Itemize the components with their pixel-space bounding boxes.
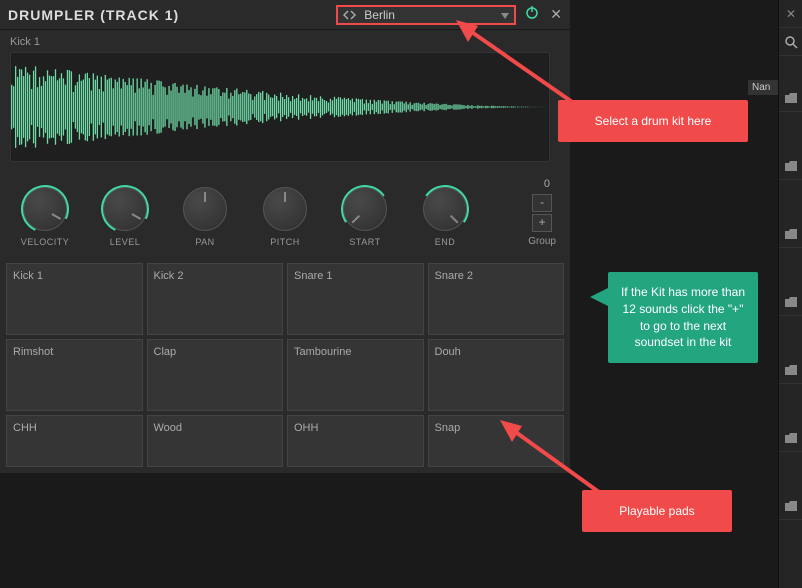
browser-column-header: Nan (748, 80, 778, 95)
group-index: 0 (528, 178, 556, 190)
folder-icon[interactable] (779, 220, 802, 248)
pad[interactable]: Snare 2 (428, 263, 565, 335)
group-minus-button[interactable]: - (532, 194, 552, 212)
close-panel-icon[interactable]: ✕ (779, 0, 802, 28)
plugin-title: DRUMPLER (TRACK 1) (8, 7, 336, 23)
pad[interactable]: Kick 2 (147, 263, 284, 335)
callout-pointer-icon (590, 287, 610, 307)
folder-icon[interactable] (779, 424, 802, 452)
knob-end[interactable]: END (410, 187, 480, 247)
knob-pan[interactable]: PAN (170, 187, 240, 247)
pad[interactable]: Rimshot (6, 339, 143, 411)
knob-velocity[interactable]: VELOCITY (10, 187, 80, 247)
pad[interactable]: Clap (147, 339, 284, 411)
pad[interactable]: Snare 1 (287, 263, 424, 335)
group-controls: 0 - + Group (528, 178, 560, 247)
folder-icon[interactable] (779, 288, 802, 316)
preset-prev-next-icon[interactable] (338, 10, 360, 20)
arrow-icon (470, 400, 630, 510)
search-icon[interactable] (779, 28, 802, 56)
folder-icon[interactable] (779, 492, 802, 520)
group-label: Group (528, 236, 556, 247)
group-plus-button[interactable]: + (532, 214, 552, 232)
pad[interactable]: CHH (6, 415, 143, 467)
knob-pitch[interactable]: PITCH (250, 187, 320, 247)
knob-start[interactable]: START (330, 187, 400, 247)
browser-panel: ✕ (778, 0, 802, 588)
folder-icon[interactable] (779, 152, 802, 180)
callout-group-plus: If the Kit has more than 12 sounds click… (608, 272, 758, 363)
pad[interactable]: Wood (147, 415, 284, 467)
knob-row: VELOCITY LEVEL PAN PITCH START END 0 - +… (0, 168, 570, 257)
knob-level[interactable]: LEVEL (90, 187, 160, 247)
arrow-icon (448, 18, 598, 118)
pad[interactable]: Kick 1 (6, 263, 143, 335)
folder-icon[interactable] (779, 84, 802, 112)
pad[interactable]: OHH (287, 415, 424, 467)
folder-icon[interactable] (779, 356, 802, 384)
pad[interactable]: Tambourine (287, 339, 424, 411)
